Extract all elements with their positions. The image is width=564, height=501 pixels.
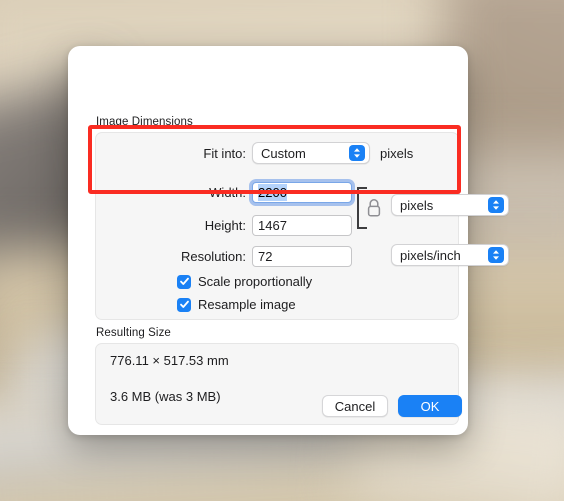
checkmark-icon <box>177 297 191 312</box>
resample-image-checkbox-row[interactable]: Resample image <box>177 297 296 312</box>
width-input[interactable]: 2200 <box>252 182 352 203</box>
resolution-row: Resolution: 72 <box>168 246 352 267</box>
height-label: Height: <box>204 218 246 233</box>
fit-into-unit-label: pixels <box>380 145 414 161</box>
resulting-size-group-title: Resulting Size <box>96 327 171 339</box>
image-dimensions-group-title: Image Dimensions <box>96 116 193 128</box>
resulting-filesize-text: 3.6 MB (was 3 MB) <box>110 389 221 404</box>
scale-proportionally-label: Scale proportionally <box>198 274 313 289</box>
resolution-units-select[interactable]: pixels/inch <box>391 244 509 266</box>
chevron-up-down-icon <box>349 145 365 161</box>
dimension-units-value: pixels <box>400 197 434 213</box>
lock-closed-icon[interactable] <box>365 197 383 219</box>
resolution-input-value: 72 <box>258 249 273 264</box>
height-input-value: 1467 <box>258 218 287 233</box>
width-label: Width: <box>209 185 246 200</box>
chevron-up-down-icon <box>488 247 504 263</box>
fit-into-label: Fit into: <box>203 145 246 161</box>
width-row: Width: 2200 <box>186 182 352 203</box>
height-input[interactable]: 1467 <box>252 215 352 236</box>
dimension-link-bracket <box>357 187 385 229</box>
resolution-label: Resolution: <box>180 249 246 264</box>
resolution-input[interactable]: 72 <box>252 246 352 267</box>
height-row: Height: 1467 <box>186 215 352 236</box>
dimension-units-select[interactable]: pixels <box>391 194 509 216</box>
ok-button[interactable]: OK <box>398 395 462 417</box>
fit-into-row: Fit into: Custom pixels <box>186 142 413 164</box>
checkmark-icon <box>177 274 191 289</box>
fit-into-select[interactable]: Custom <box>252 142 370 164</box>
scale-proportionally-checkbox-row[interactable]: Scale proportionally <box>177 274 312 289</box>
chevron-up-down-icon <box>488 197 504 213</box>
resulting-dimensions-text: 776.11 × 517.53 mm <box>110 353 229 368</box>
width-input-value: 2200 <box>258 184 287 201</box>
resolution-units-value: pixels/inch <box>400 247 461 263</box>
cancel-button[interactable]: Cancel <box>322 395 388 417</box>
fit-into-value: Custom <box>261 145 306 161</box>
image-resize-dialog: Image Dimensions Fit into: Custom pixels… <box>68 46 509 435</box>
resample-image-label: Resample image <box>198 297 296 312</box>
